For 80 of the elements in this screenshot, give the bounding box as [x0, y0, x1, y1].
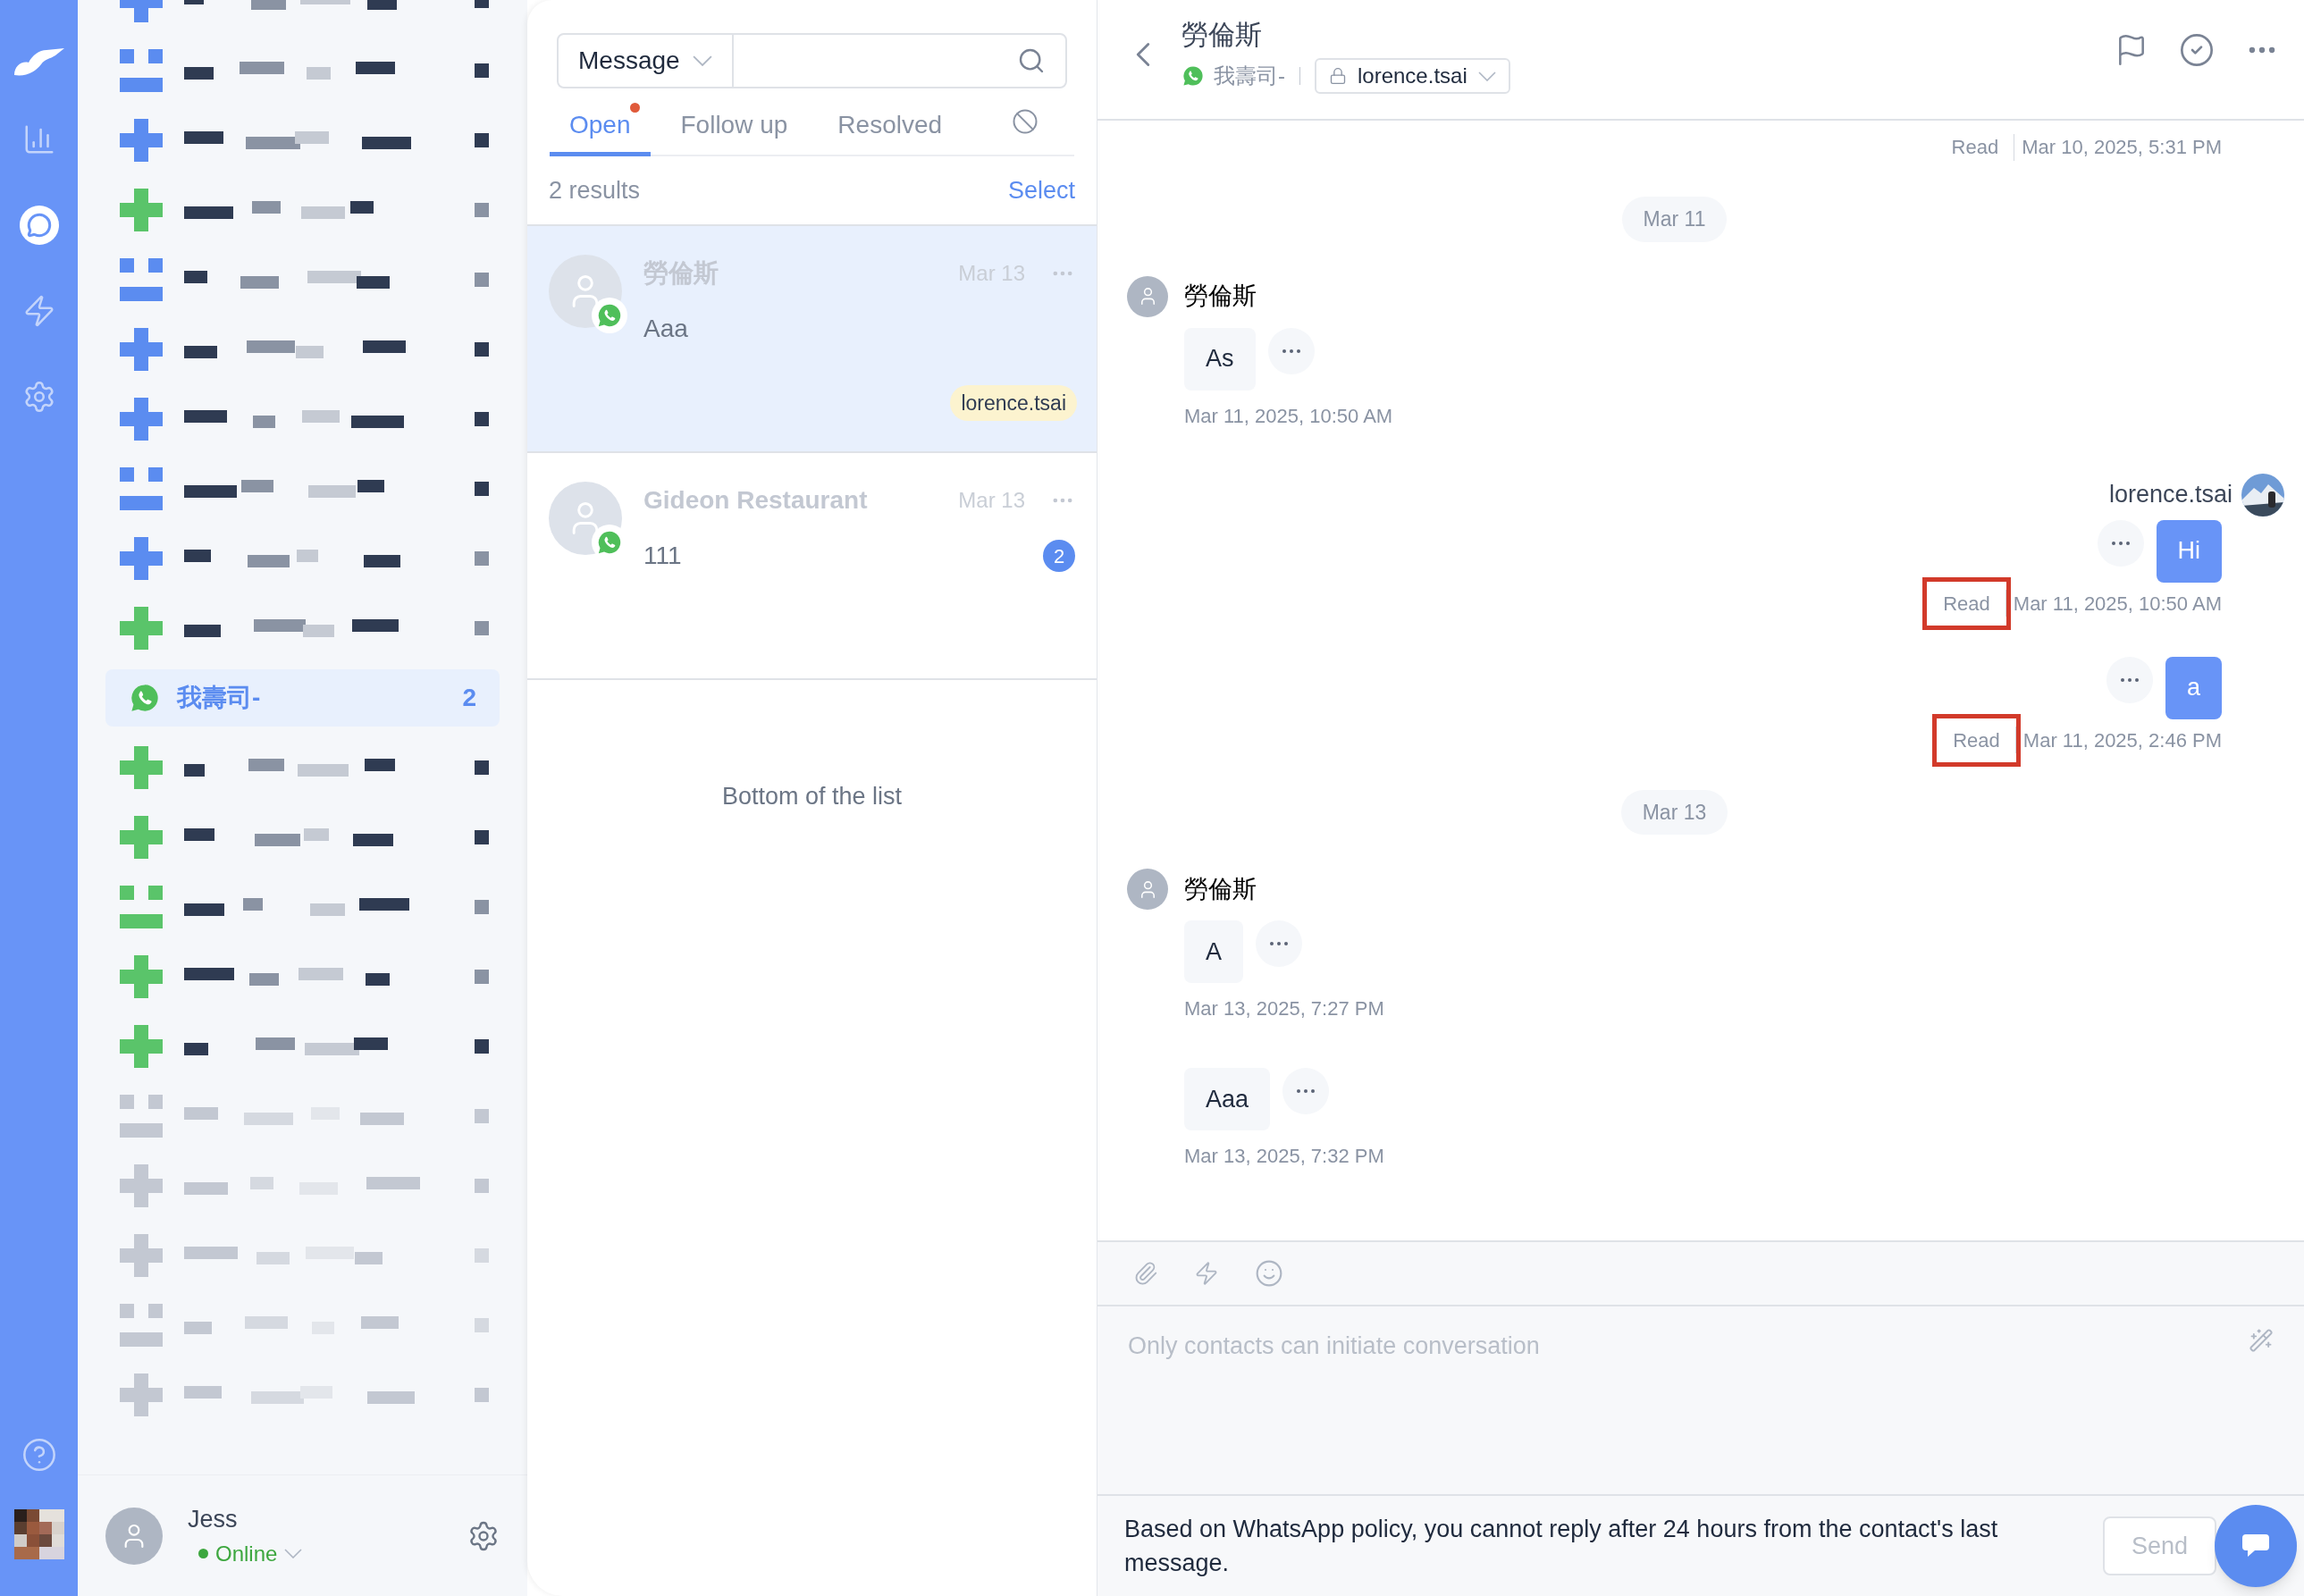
select-link[interactable]: Select: [1007, 172, 1075, 209]
pixelated-count-drawing: [475, 273, 489, 287]
channel-name: 我壽司-: [1214, 63, 1285, 89]
resolve-icon[interactable]: [2179, 32, 2215, 68]
attach-icon[interactable]: [1133, 1261, 1158, 1286]
end-of-list-text: Bottom of the list: [721, 782, 903, 811]
message-time: Mar 11, 2025, 2:46 PM: [2022, 727, 2222, 753]
help-icon[interactable]: [21, 1437, 57, 1473]
assignee-tag: lorence.tsai: [950, 384, 1077, 421]
message-time: Mar 10, 2025, 5:31 PM: [2022, 135, 2222, 160]
chevron-down-icon: [692, 55, 712, 67]
pixelated-count-drawing: [475, 1109, 489, 1123]
user-name: Jess: [188, 1505, 239, 1535]
whatsapp-icon: [596, 529, 623, 556]
filter-tab[interactable]: Open: [550, 103, 651, 156]
blocked-icon: [1012, 108, 1038, 135]
chevron-down-icon: [284, 1549, 303, 1559]
search-icon[interactable]: [1017, 46, 1046, 75]
message-bubble: a: [2165, 656, 2222, 719]
lock-icon: [1329, 67, 1347, 85]
read-status: Read: [1953, 728, 2000, 752]
more-icon: [2120, 677, 2139, 682]
more-icon: [1282, 349, 1300, 353]
emoji-icon[interactable]: [1255, 1259, 1283, 1288]
speech-bubble-icon: [2241, 1533, 2271, 1559]
message-time: Mar 13, 2025, 7:27 PM: [1184, 996, 1385, 1021]
chat-title: 勞倫斯: [1181, 19, 1263, 51]
chat-bubble-icon[interactable]: [19, 206, 59, 245]
pixelated-count-drawing: [475, 482, 489, 496]
more-icon: [1297, 1089, 1316, 1093]
pixelated-count-drawing: [475, 1248, 489, 1263]
sender-name: 勞倫斯: [1184, 874, 1257, 904]
chevron-down-icon: [1477, 71, 1496, 81]
pixelated-count-drawing: [475, 342, 489, 357]
pixelated-count-drawing: [475, 970, 489, 984]
settings-icon[interactable]: [467, 1519, 500, 1552]
message-time: Mar 13, 2025, 7:32 PM: [1184, 1144, 1385, 1169]
pixelated-count-drawing: [475, 1388, 489, 1402]
message-time: Mar 11, 2025, 10:50 AM: [2013, 591, 2222, 617]
pixelated-count-drawing: [475, 760, 489, 775]
whatsapp-icon: [1181, 64, 1205, 88]
sender-name: lorence.tsai: [2108, 480, 2233, 510]
pixelated-count-drawing: [475, 1179, 489, 1193]
pixelated-count-drawing: [475, 1039, 489, 1054]
contact-name: Gideon Restaurant: [643, 485, 868, 516]
read-status: Read: [1951, 136, 1999, 158]
status-dropdown[interactable]: Online: [198, 1537, 303, 1570]
read-status: Read: [1943, 592, 1990, 615]
assignee-dropdown[interactable]: lorence.tsai: [1315, 58, 1510, 94]
more-icon: [2111, 541, 2130, 545]
channel-item[interactable]: 我壽司- 2: [105, 669, 500, 727]
message-time: Mar 11, 2025, 10:50 AM: [1184, 403, 1394, 429]
search-field[interactable]: Message: [557, 33, 1067, 88]
magic-wand-icon[interactable]: [2249, 1328, 2274, 1353]
filter-tab[interactable]: Follow up: [660, 103, 808, 156]
pixelated-count-drawing: [475, 412, 489, 426]
policy-notice: Based on WhatsApp policy, you cannot reply after 24 hours from the contact's last message.: [1124, 1515, 1999, 1578]
results-count: 2 results: [549, 175, 641, 206]
message-preview: 111: [643, 541, 682, 571]
lightning-icon[interactable]: [1194, 1261, 1219, 1286]
pixelated-count-drawing: [475, 900, 489, 914]
filter-tab[interactable]: Resolved: [818, 103, 963, 156]
sender-name: 勞倫斯: [1184, 281, 1257, 312]
pixelated-count-drawing: [475, 621, 489, 635]
scope-dropdown[interactable]: Message: [559, 35, 734, 87]
message-preview: Aaa: [643, 314, 688, 344]
pixelated-count-drawing: [475, 551, 489, 566]
pixelated-count-drawing: [475, 133, 489, 147]
message-bubble: Hi: [2156, 519, 2222, 583]
message-bubble: Aaa: [1184, 1068, 1271, 1130]
message-bubble: A: [1184, 920, 1243, 983]
pixelated-count-drawing: [475, 203, 489, 217]
whatsapp-icon: [129, 682, 161, 714]
more-icon: [1270, 942, 1288, 945]
message-bubble: As: [1184, 327, 1256, 391]
whatsapp-icon: [596, 302, 623, 329]
unread-count: 2: [1043, 540, 1075, 572]
pixelated-count-drawing: [475, 63, 489, 78]
pixelated-count-drawing: [475, 830, 489, 844]
pixelated-count-drawing: [475, 1318, 489, 1332]
